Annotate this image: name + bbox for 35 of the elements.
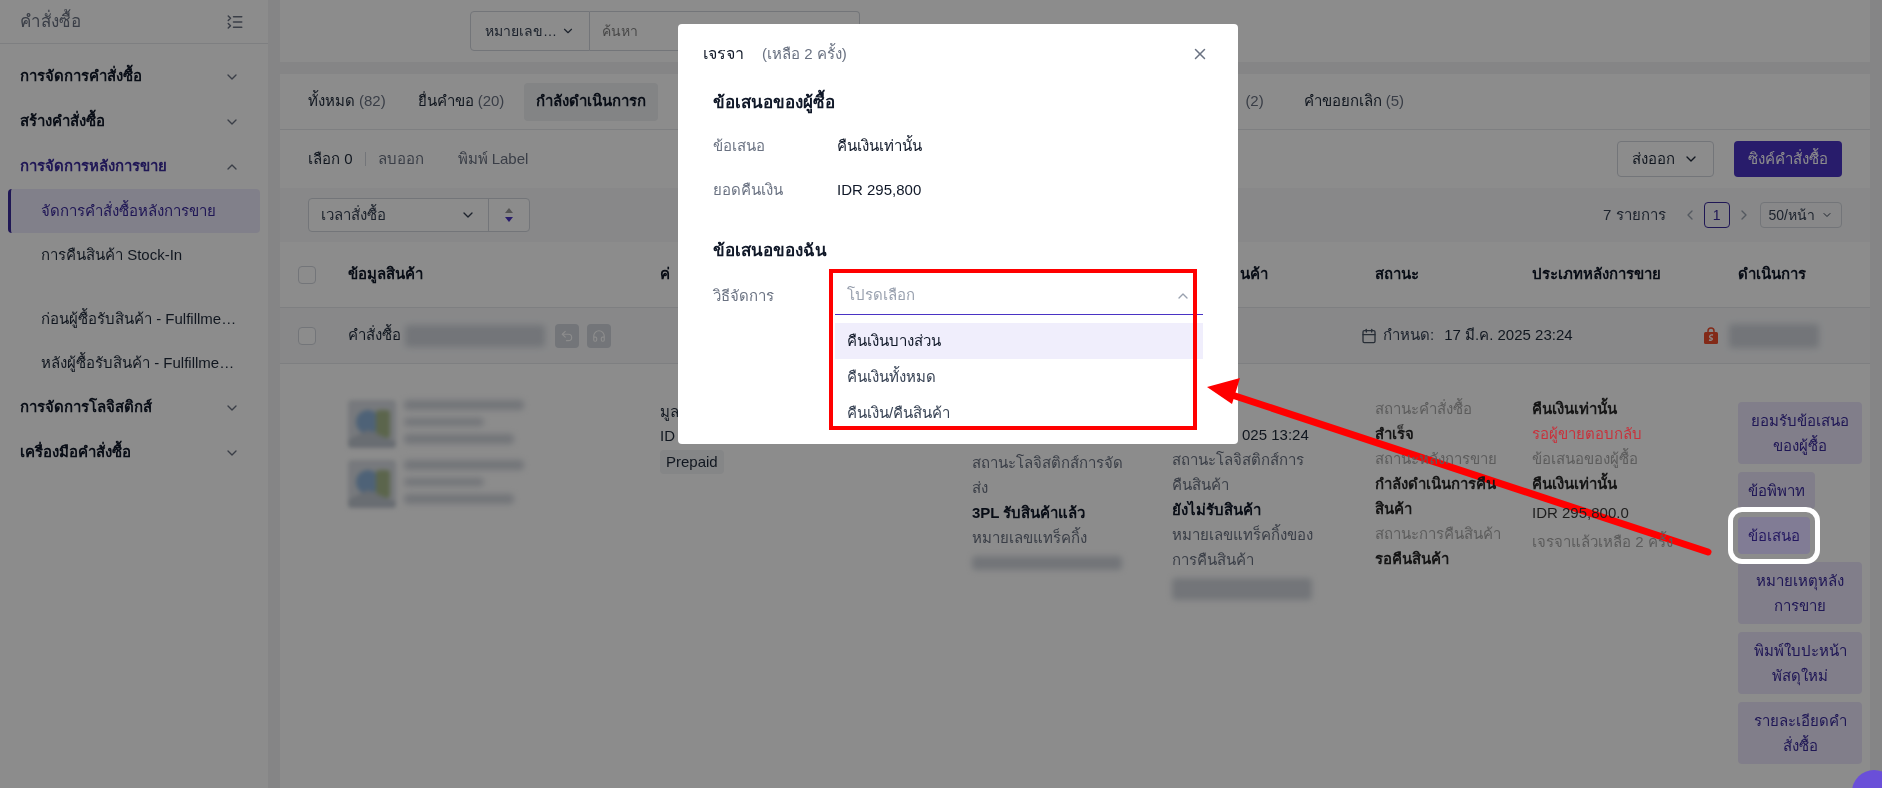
return-time: 025 13:24 [1242,425,1309,445]
deadline-value: 17 มี.ค. 2025 23:24 [1444,325,1573,346]
section-heading: ข้อเสนอของผู้ซื้อ [713,90,1213,116]
sidebar-title: คำสั่งซื้อ [20,8,81,33]
after-sales-type: คืนเงินเท่านั้น [1532,396,1738,421]
column-header: ข้อมูลสินค้า [348,264,424,286]
column-header: ค่ [660,264,671,285]
status-value: กำลังดำเนินการคืนสินค้า [1375,474,1497,519]
offer-value: คืนเงินเท่านั้น [1532,471,1738,496]
after-sales-state: รอผู้ขายตอบกลับ [1532,424,1643,445]
selection-count: เลือก 0 [308,148,353,169]
payment-info: มูล [660,402,679,423]
column-header: นค้า [1240,264,1269,285]
field-value: คืนเงินเท่านั้น [837,135,922,157]
return-shipping-value: ยังไม่รับสินค้า [1172,499,1262,520]
total-count: 7 รายการ [1603,204,1666,225]
field-label: ยอดคืนเงิน [713,180,784,201]
return-tracking-label: หมายเลขแทร็คกิ้งของการคืนสินค้า [1172,523,1314,570]
payment-tag: Prepaid [660,450,724,474]
shipping-status-label: สถานะโลจิสติกส์การจัดส่ง [972,453,1124,498]
status-value: รอคืนสินค้า [1375,549,1450,569]
column-header: สถานะ [1375,264,1420,285]
payment-info: ID [660,426,675,446]
order-label: คำสั่งซื้อ [348,324,401,346]
tracking-label: หมายเลขแทร็คกิ้ง [972,526,1088,548]
field-label: วิธีจัดการ [713,286,775,306]
status-value: สำเร็จ [1375,423,1415,444]
column-header: ดำเนินการ [1738,264,1806,285]
column-header: ประเภทหลังการขาย [1532,264,1662,285]
section-heading: ข้อเสนอของฉัน [713,239,828,262]
return-shipping-label: สถานะโลจิสติกส์การคืนสินค้า [1172,450,1305,495]
deadline-label: กำหนด: [1383,325,1435,346]
field-label: ข้อเสนอ [713,136,766,157]
field-value: IDR 295,800 [837,180,922,201]
shipping-status-value: 3PL รับสินค้าแล้ว [972,503,1087,523]
